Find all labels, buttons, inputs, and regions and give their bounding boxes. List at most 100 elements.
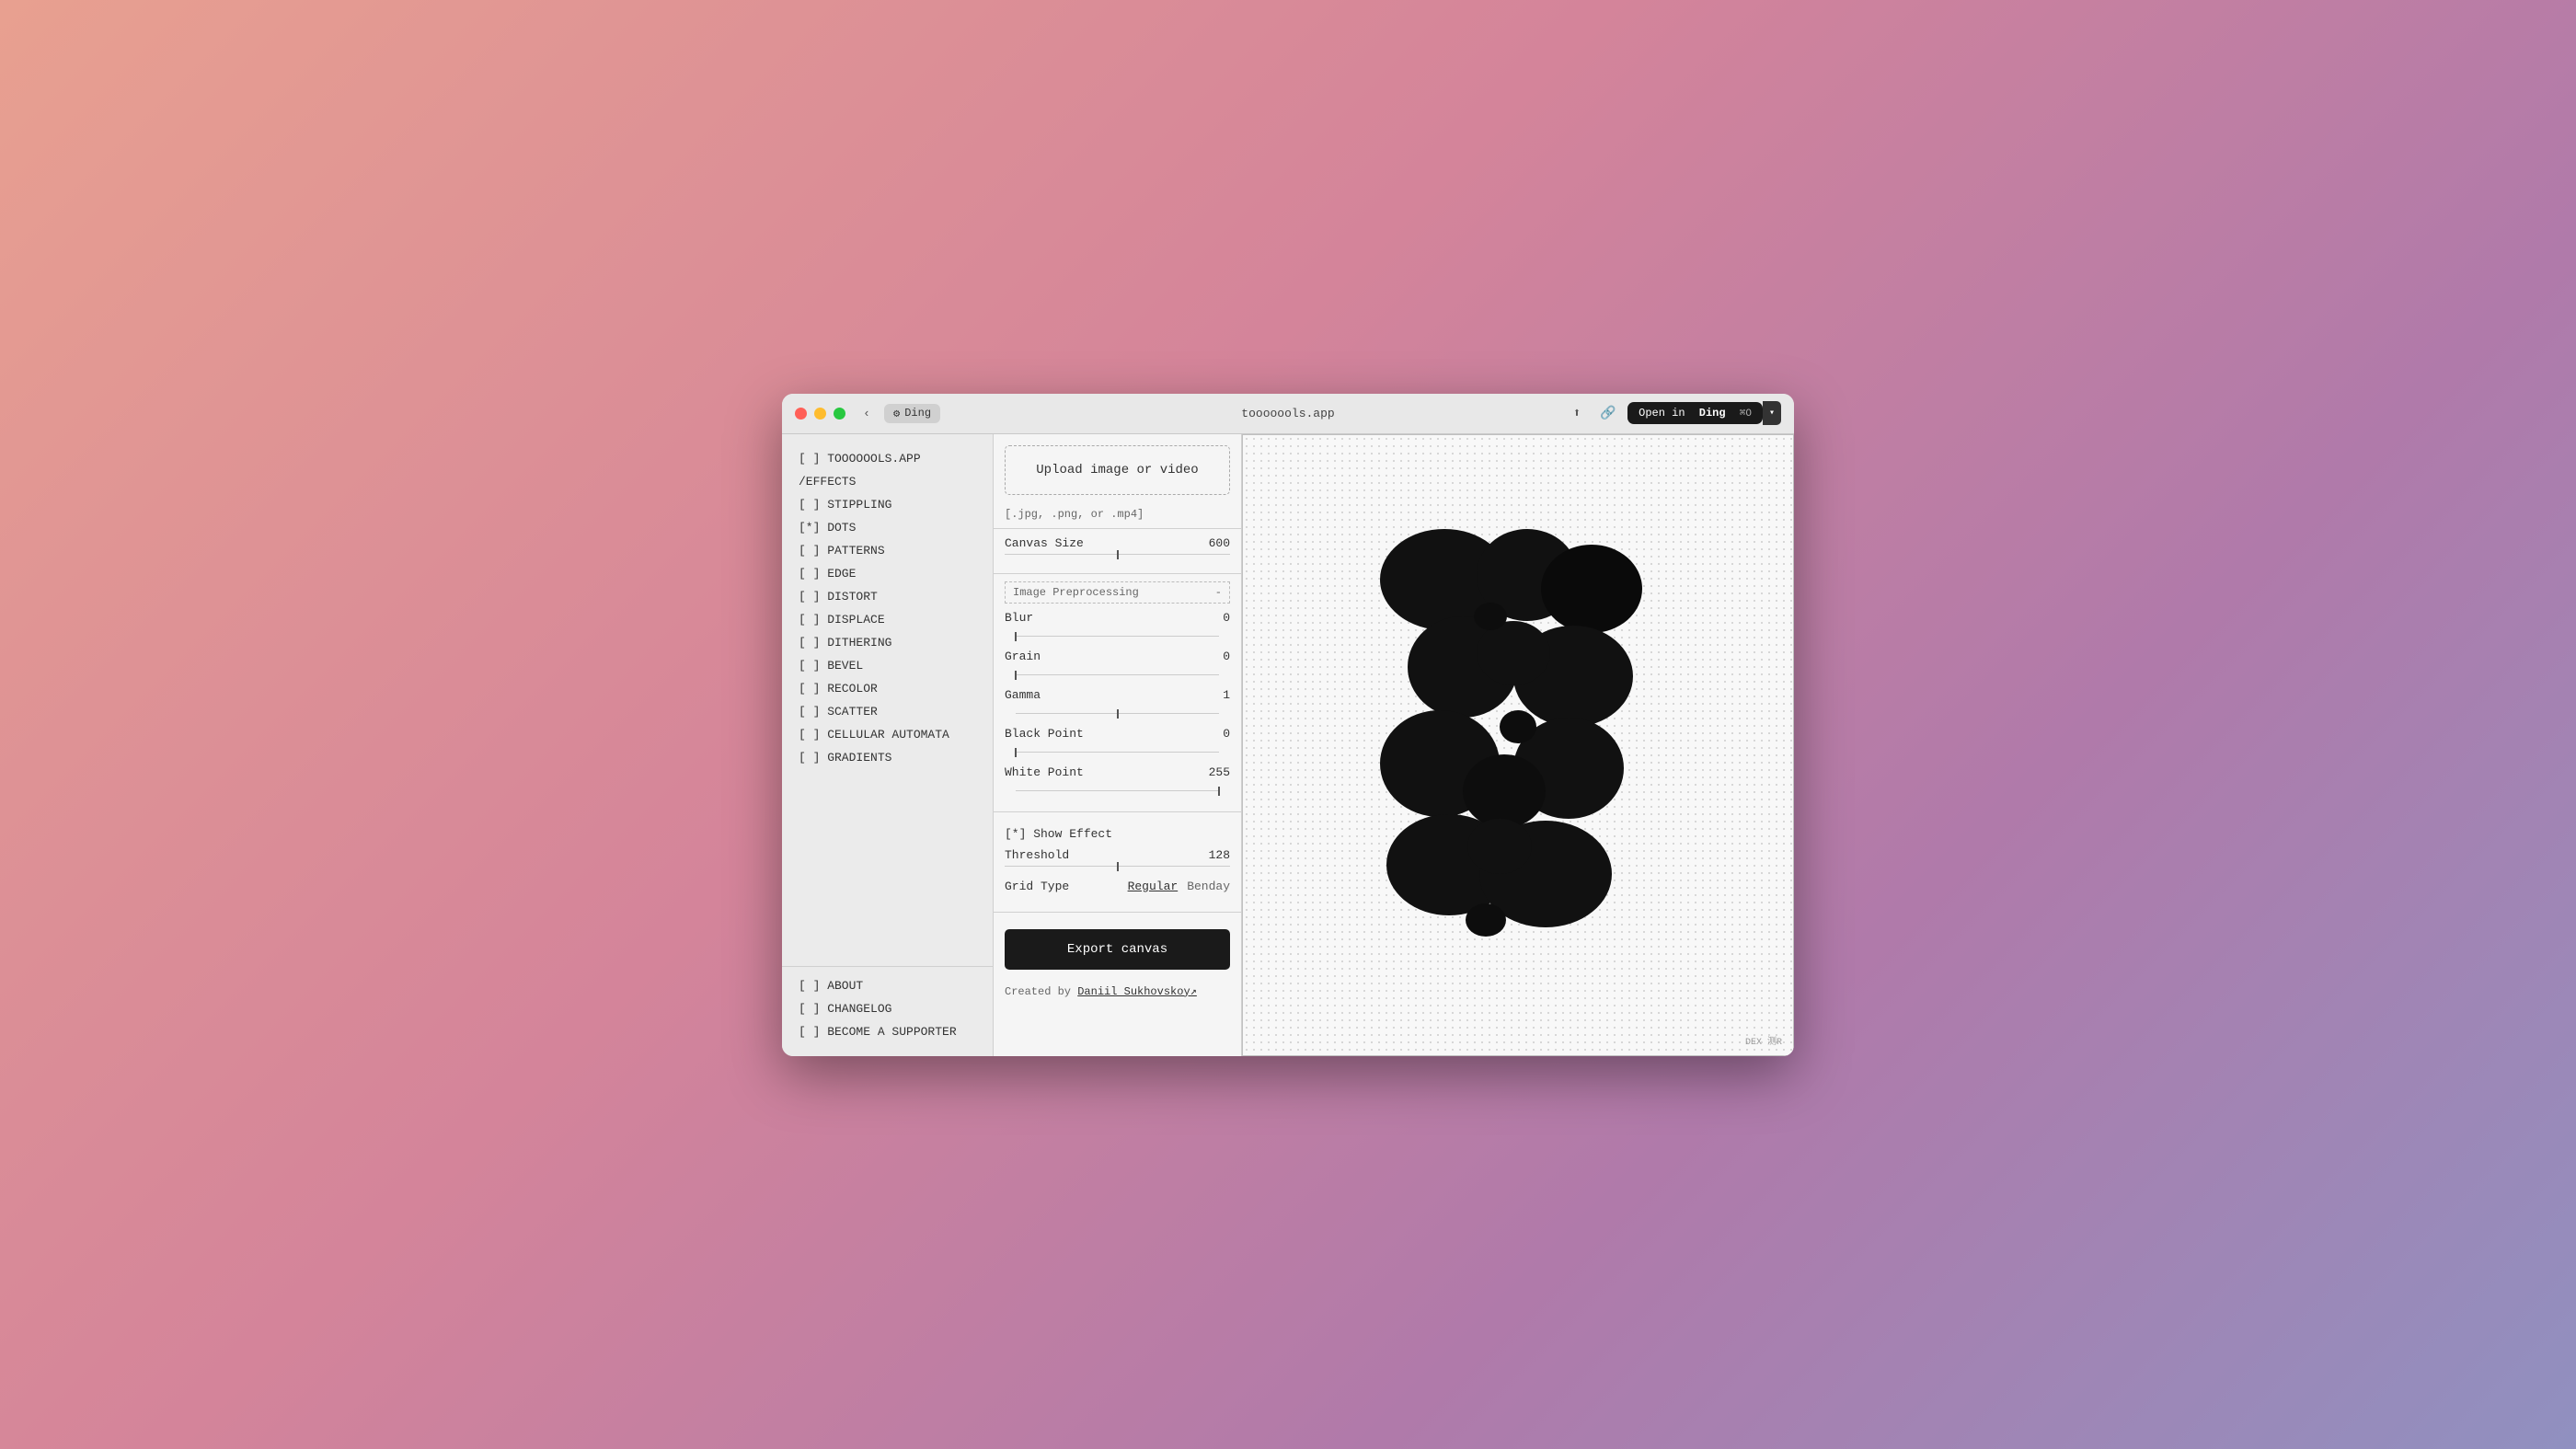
white-point-value: 255: [1209, 765, 1230, 779]
effect-header: [*] Show Effect: [994, 820, 1241, 848]
tab-icon: ⚙: [893, 407, 900, 420]
threshold-value: 128: [1209, 848, 1230, 862]
sidebar-section-effects: /EFFECTS: [782, 470, 993, 493]
white-point-row: White Point 255: [1005, 765, 1230, 779]
sidebar-item-displace[interactable]: [ ] DISPLACE: [782, 608, 993, 631]
blobs-container: [1243, 435, 1793, 1055]
black-point-thumb: [1015, 748, 1017, 757]
sidebar-item-scatter[interactable]: [ ] SCATTER: [782, 700, 993, 723]
canvas-size-value: 600: [1209, 536, 1230, 550]
gamma-track[interactable]: [1016, 713, 1219, 714]
share-icon[interactable]: ⬆: [1565, 401, 1589, 425]
sidebar-item-recolor[interactable]: [ ] RECOLOR: [782, 677, 993, 700]
sidebar-item-about[interactable]: [ ] ABOUT: [782, 974, 993, 997]
black-point-track[interactable]: [1016, 752, 1219, 753]
blur-thumb: [1015, 632, 1017, 641]
grain-row: Grain 0: [1005, 650, 1230, 663]
open-in-chevron[interactable]: ▾: [1763, 401, 1781, 425]
sidebar-item-edge[interactable]: [ ] EDGE: [782, 562, 993, 585]
black-point-slider[interactable]: [1005, 752, 1230, 753]
gamma-row: Gamma 1: [1005, 688, 1230, 702]
blur-track[interactable]: [1016, 636, 1219, 637]
black-point-label: Black Point: [1005, 727, 1084, 741]
upload-subtitle: [.jpg, .png, or .mp4]: [994, 508, 1241, 521]
divider-2: [994, 573, 1241, 574]
threshold-track[interactable]: [1005, 866, 1230, 867]
open-in-appname: Ding: [1699, 407, 1726, 420]
sidebar-item-cellular-automata[interactable]: [ ] CELLULAR AUTOMATA: [782, 723, 993, 746]
sidebar-item-dithering[interactable]: [ ] DITHERING: [782, 631, 993, 654]
sidebar: [ ] TOOOOOOLS.APP /EFFECTS [ ] STIPPLING…: [782, 434, 994, 1056]
blur-label: Blur: [1005, 611, 1033, 625]
nav-back[interactable]: ‹: [857, 403, 877, 423]
url-display: tooooools.app: [1241, 407, 1334, 420]
threshold-label: Threshold: [1005, 848, 1069, 862]
divider-1: [994, 528, 1241, 529]
titlebar-actions: ⬆ 🔗 Open in Ding ⌘O ▾: [1565, 401, 1781, 425]
maximize-button[interactable]: [834, 408, 845, 420]
sidebar-top: [ ] TOOOOOOLS.APP /EFFECTS [ ] STIPPLING…: [782, 447, 993, 959]
threshold-slider[interactable]: [994, 866, 1241, 867]
grain-thumb: [1015, 671, 1017, 680]
tab-label: Ding: [904, 407, 931, 420]
white-point-label: White Point: [1005, 765, 1084, 779]
effect-label: [*] Show Effect: [1005, 827, 1112, 841]
blur-row: Blur 0: [1005, 611, 1230, 625]
grid-option-regular[interactable]: Regular: [1128, 880, 1179, 893]
minimize-button[interactable]: [814, 408, 826, 420]
preprocessing-header: Image Preprocessing -: [1005, 581, 1230, 604]
grid-type-label: Grid Type: [1005, 880, 1069, 893]
close-button[interactable]: [795, 408, 807, 420]
canvas-area: DEX 测R: [1242, 434, 1794, 1056]
gamma-slider[interactable]: [1005, 713, 1230, 714]
export-button[interactable]: Export canvas: [1005, 929, 1230, 970]
sidebar-item-distort[interactable]: [ ] DISTORT: [782, 585, 993, 608]
canvas-size-track[interactable]: [1005, 554, 1230, 555]
grain-slider[interactable]: [1005, 674, 1230, 675]
watermark: DEX 测R: [1745, 1033, 1782, 1048]
cellular-automata-svg: [1343, 506, 1693, 984]
preprocessing-collapse[interactable]: -: [1215, 586, 1222, 599]
upload-area[interactable]: Upload image or video: [1005, 445, 1230, 495]
canvas-size-label: Canvas Size: [1005, 536, 1084, 550]
tab-pill[interactable]: ⚙ Ding: [884, 404, 940, 423]
sidebar-item-patterns[interactable]: [ ] PATTERNS: [782, 539, 993, 562]
gamma-value: 1: [1223, 688, 1230, 702]
threshold-thumb: [1117, 862, 1119, 871]
sidebar-item-gradients[interactable]: [ ] GRADIENTS: [782, 746, 993, 769]
divider-4: [994, 912, 1241, 913]
blur-value: 0: [1223, 611, 1230, 625]
white-point-slider[interactable]: [1005, 790, 1230, 791]
sidebar-bottom: [ ] ABOUT [ ] CHANGELOG [ ] BECOME A SUP…: [782, 966, 993, 1043]
back-icon[interactable]: ‹: [857, 403, 877, 423]
sidebar-item-app[interactable]: [ ] TOOOOOOLS.APP: [782, 447, 993, 470]
grid-type-row: Grid Type Regular Benday: [994, 880, 1241, 893]
link-icon[interactable]: 🔗: [1596, 401, 1620, 425]
divider-3: [994, 811, 1241, 812]
sidebar-item-supporter[interactable]: [ ] BECOME A SUPPORTER: [782, 1020, 993, 1043]
canvas-size-thumb: [1117, 550, 1119, 559]
canvas-display: DEX 测R: [1243, 435, 1793, 1055]
open-in-button[interactable]: Open in Ding ⌘O: [1627, 402, 1763, 424]
gamma-thumb: [1117, 709, 1119, 719]
sidebar-item-stippling[interactable]: [ ] STIPPLING: [782, 493, 993, 516]
open-in-label: Open in: [1639, 407, 1685, 420]
open-in-shortcut: ⌘O: [1740, 407, 1752, 420]
grain-track[interactable]: [1016, 674, 1219, 675]
creator-text: Created by Daniil Sukhovskoy↗: [994, 979, 1241, 1009]
grid-option-benday[interactable]: Benday: [1187, 880, 1230, 893]
black-point-value: 0: [1223, 727, 1230, 741]
white-point-track[interactable]: [1016, 790, 1219, 791]
canvas-size-slider[interactable]: [994, 554, 1241, 555]
creator-link[interactable]: Daniil Sukhovskoy↗: [1077, 985, 1197, 998]
main-window: ‹ ⚙ Ding tooooools.app ⬆ 🔗 Open in Ding …: [782, 394, 1794, 1056]
white-point-thumb: [1218, 787, 1220, 796]
sidebar-item-dots[interactable]: [*] DOTS: [782, 516, 993, 539]
threshold-row: Threshold 128: [994, 848, 1241, 862]
blur-slider[interactable]: [1005, 636, 1230, 637]
upload-label: Upload image or video: [1017, 463, 1218, 477]
sidebar-item-bevel[interactable]: [ ] BEVEL: [782, 654, 993, 677]
main-content: [ ] TOOOOOOLS.APP /EFFECTS [ ] STIPPLING…: [782, 434, 1794, 1056]
sidebar-item-changelog[interactable]: [ ] CHANGELOG: [782, 997, 993, 1020]
grid-options: Regular Benday: [1128, 880, 1230, 893]
